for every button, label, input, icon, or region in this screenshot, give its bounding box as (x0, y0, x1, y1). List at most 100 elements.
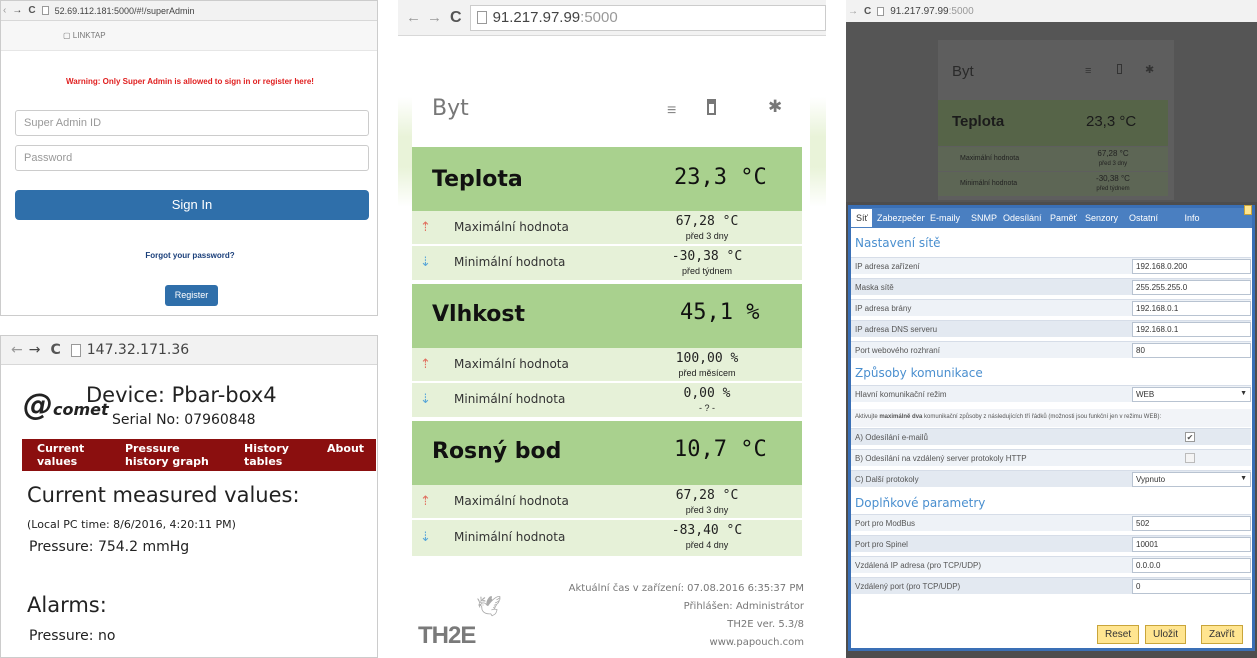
back-icon[interactable]: ‹ (3, 5, 6, 16)
back-icon[interactable]: → (848, 6, 858, 17)
tab-info[interactable]: Info (1170, 209, 1214, 227)
tab-snmp[interactable]: SNMP (966, 209, 1003, 227)
dialog-close-icon[interactable] (1244, 205, 1252, 215)
section-teplota: Teplota 23,3 °C (412, 147, 802, 211)
field-label: Vzdálená IP adresa (pro TCP/UDP) (855, 561, 981, 570)
max-label: Maximální hodnota (454, 494, 569, 508)
pressure-value: Pressure: 754.2 mmHg (29, 539, 190, 555)
protocols-select[interactable]: Vypnuto ▼ (1132, 472, 1251, 487)
modbus-port-input[interactable]: 502 (1132, 516, 1251, 531)
website-link[interactable]: www.papouch.com (540, 634, 804, 652)
http-checkbox[interactable] (1185, 453, 1195, 463)
option-c-row: C) Další protokoly Vypnuto ▼ (851, 470, 1251, 487)
tab-senzory[interactable]: Senzory (1080, 209, 1124, 227)
min-when: - ? - (698, 403, 715, 413)
ip-address-input[interactable]: 192.168.0.200 (1132, 259, 1251, 274)
gear-icon[interactable]: ✱ (768, 97, 782, 117)
min-when: před 4 dny (685, 540, 729, 550)
min-label: Minimální hodnota (454, 392, 566, 406)
dimmed-menu-icon: ≡ (1085, 65, 1092, 77)
select-value: WEB (1136, 390, 1155, 399)
max-arrow-icon: ⇡ (420, 219, 431, 234)
address-bar[interactable]: 147.32.171.36 (87, 342, 189, 358)
linktap-window: ‹ → C 52.69.112.181:5000/#!/superAdmin ▢… (0, 0, 378, 316)
reload-icon[interactable]: C (450, 9, 462, 27)
email-checkbox[interactable]: ✔ (1185, 432, 1195, 442)
network-row: Maska sítě 255.255.255.0 (851, 278, 1251, 295)
remote-ip-input[interactable]: 0.0.0.0 (1132, 558, 1251, 573)
dimmed-gear-icon: ✱ (1145, 64, 1155, 76)
dimmed-min-row: Minimální hodnota -30,38 °C před týdnem (938, 172, 1168, 196)
field-label: IP adresa DNS serveru (855, 325, 938, 334)
nav-pressure-history-graph[interactable]: Pressure history graph (125, 442, 209, 468)
values-heading: Current measured values: (27, 483, 300, 507)
warning-message: Warning: Only Super Admin is allowed to … (66, 77, 314, 86)
dimmed-min-when: před týdnem (1096, 186, 1130, 192)
reload-icon[interactable]: C (50, 342, 60, 358)
option-a-row: A) Odesílání e-mailů ✔ (851, 428, 1251, 445)
min-value: 0,00 % (683, 386, 731, 401)
browser-toolbar: ← → C 147.32.171.36 (1, 336, 377, 365)
tab-ostatni[interactable]: Ostatní (1124, 209, 1164, 227)
max-arrow-icon: ⇡ (420, 493, 431, 508)
gateway-input[interactable]: 192.168.0.1 (1132, 301, 1251, 316)
dimmed-min-value: -30,38 °C (1096, 174, 1130, 183)
dimmed-min-label: Minimální hodnota (960, 180, 1018, 187)
reload-icon[interactable]: C (28, 5, 35, 16)
field-label: Vzdálený port (pro TCP/UDP) (855, 582, 961, 591)
dimmed-section-name: Teplota (952, 113, 1005, 130)
tab-pamet[interactable]: Paměť (1045, 209, 1082, 227)
min-arrow-icon: ⇣ (420, 391, 431, 406)
password-input[interactable]: Password (15, 145, 369, 171)
extra-row: Vzdálený port (pro TCP/UDP) 0 (851, 577, 1251, 594)
extra-section-title: Doplňkové parametry (855, 496, 986, 510)
min-arrow-icon: ⇣ (420, 529, 431, 544)
min-row: ⇣ Minimální hodnota -83,40 °C před 4 dny (412, 520, 802, 556)
alarm-pressure: Pressure: no (29, 628, 116, 644)
nav-history-tables[interactable]: History tables (244, 442, 289, 468)
address-bar[interactable]: 91.217.97.99:5000 (469, 4, 826, 31)
comet-logo-swoosh: @ (23, 388, 53, 423)
reset-button[interactable]: Reset (1097, 625, 1140, 644)
nav-about[interactable]: About (327, 442, 364, 455)
nav-current-values[interactable]: Current values (37, 442, 84, 468)
dimmed-max-row: Maximální hodnota 67,28 °C před 3 dny (938, 147, 1168, 171)
comm-mode-select[interactable]: WEB ▼ (1132, 387, 1251, 402)
address-bar[interactable]: 52.69.112.181:5000/#!/superAdmin (55, 6, 195, 16)
logged-in-user: Přihlášen: Administrátor (683, 601, 804, 612)
menu-icon[interactable]: ≡ (667, 102, 676, 120)
dns-input[interactable]: 192.168.0.1 (1132, 322, 1251, 337)
register-button[interactable]: Register (165, 285, 218, 306)
url-host[interactable]: 91.217.97.99 (890, 6, 948, 17)
reload-icon[interactable]: C (864, 6, 871, 17)
extra-row: Port pro Spinel 10001 (851, 535, 1251, 552)
max-row: ⇡ Maximální hodnota 67,28 °C před 3 dny (412, 211, 802, 245)
super-admin-id-input[interactable]: Super Admin ID (15, 110, 369, 136)
web-port-input[interactable]: 80 (1132, 343, 1251, 358)
max-value: 100,00 % (675, 351, 739, 366)
chevron-down-icon: ▼ (1240, 475, 1247, 482)
section-name: Teplota (432, 167, 523, 192)
spinel-port-input[interactable]: 10001 (1132, 537, 1251, 552)
note-text: komunikační způsoby z následujících tří … (922, 414, 1162, 420)
back-icon[interactable]: ← (406, 9, 421, 26)
battery-icon[interactable] (707, 99, 716, 115)
close-button[interactable]: Zavřít (1201, 625, 1243, 644)
brand-logo[interactable]: ▢ LINKTAP (63, 31, 106, 40)
forgot-password-link[interactable]: Forgot your password? (1, 251, 377, 260)
back-icon[interactable]: ← (11, 342, 23, 358)
subnet-mask-input[interactable]: 255.255.255.0 (1132, 280, 1251, 295)
tab-odesilani[interactable]: Odesílání (998, 209, 1047, 227)
forward-icon[interactable]: → (12, 5, 22, 16)
forward-icon[interactable]: → (29, 342, 41, 358)
activation-note: Aktivujte maximálně dva komunikační způs… (851, 409, 1251, 427)
note-text: Aktivujte (855, 414, 880, 420)
tab-sit[interactable]: Síť (851, 209, 873, 227)
remote-port-input[interactable]: 0 (1132, 579, 1251, 594)
alarms-heading: Alarms: (27, 593, 107, 617)
sign-in-button[interactable]: Sign In (15, 190, 369, 220)
save-button[interactable]: Uložit (1145, 625, 1187, 644)
forward-icon[interactable]: → (427, 9, 442, 26)
top-nav: ▢ LINKTAP (1, 21, 377, 51)
tab-emaily[interactable]: E-maily (925, 209, 966, 227)
